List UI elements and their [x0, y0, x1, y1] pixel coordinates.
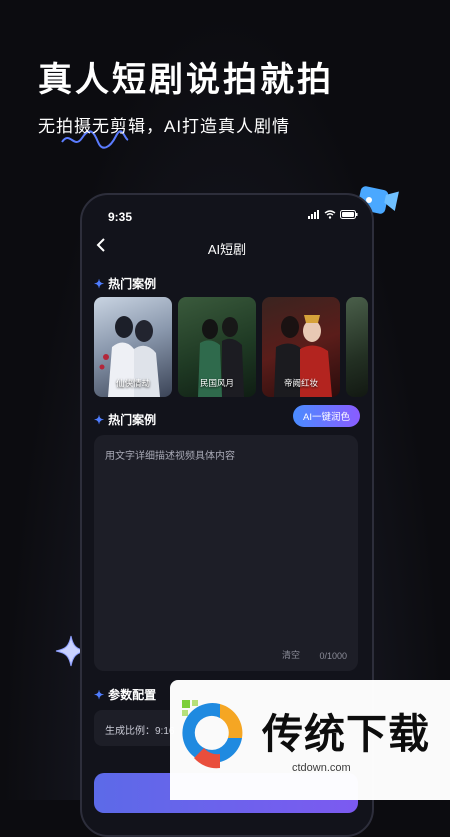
prompt-heading-label: 热门案例	[108, 413, 157, 427]
ratio-value: 生成比例：9:16	[105, 726, 175, 737]
case-card-label: 帝阙红妆	[283, 378, 318, 388]
case-card-label: 仙侠情劫	[115, 378, 150, 388]
prompt-placeholder: 用文字详细描述视频具体内容	[105, 451, 235, 462]
char-counter: 0/1000	[319, 651, 347, 661]
clear-button[interactable]: 清空	[282, 648, 300, 661]
case-card[interactable]: 民国风月	[178, 297, 256, 397]
hero-title: 真人短剧说拍就拍	[38, 61, 334, 99]
hot-cases-heading-label: 热门案例	[108, 277, 157, 291]
brand-url: ctdown.com	[292, 762, 351, 774]
brand-name: 传统下载	[262, 711, 430, 757]
case-card[interactable]: 帝阙红妆	[262, 297, 340, 397]
nav-bar: AI短剧	[82, 237, 372, 261]
case-card[interactable]	[346, 297, 368, 397]
status-bar: 9:35	[82, 195, 372, 235]
prompt-textarea[interactable]: 用文字详细描述视频具体内容 清空 0/1000	[94, 435, 358, 671]
params-heading-label: 参数配置	[108, 688, 157, 702]
sparkle-bullet-icon: ✦	[94, 412, 105, 427]
signal-icon	[308, 210, 319, 219]
battery-icon	[340, 210, 358, 219]
case-card[interactable]: 仙侠情劫	[94, 297, 172, 397]
case-card-label: 民国风月	[199, 378, 234, 388]
status-time: 9:35	[108, 210, 133, 224]
params-heading: ✦ 参数配置	[94, 686, 156, 703]
sparkle-bullet-icon: ✦	[94, 687, 105, 702]
page-title: AI短剧	[207, 242, 247, 257]
hero-subtitle: 无拍摄无剪辑，AI打造真人剧情	[38, 117, 291, 136]
wifi-icon	[324, 210, 336, 219]
system-icons	[308, 210, 358, 219]
hot-cases-heading: ✦ 热门案例	[94, 275, 156, 292]
watermark-overlay: 传统下载 ctdown.com	[170, 680, 450, 800]
brand-logo-icon	[182, 700, 243, 769]
hot-cases-carousel[interactable]: 仙侠情劫 民国风月 帝阙红妆	[94, 297, 368, 397]
prompt-heading: ✦ 热门案例	[94, 411, 156, 428]
ai-polish-button[interactable]: AI一键润色	[293, 405, 360, 427]
sparkle-bullet-icon: ✦	[94, 276, 105, 291]
